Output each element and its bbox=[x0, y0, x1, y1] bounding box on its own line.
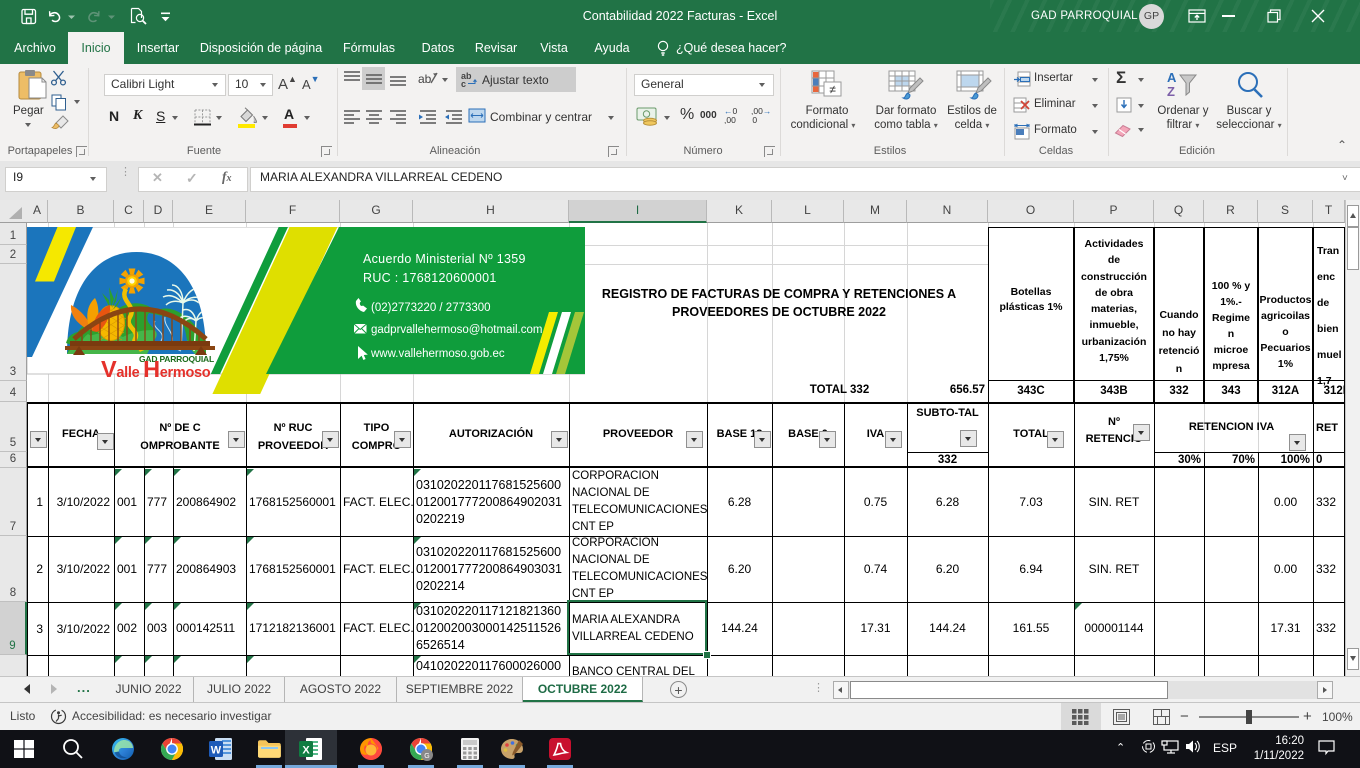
svg-text:X: X bbox=[302, 745, 310, 757]
svg-text:www.vallehermoso.gob.ec: www.vallehermoso.gob.ec bbox=[370, 348, 505, 360]
svg-text:c: c bbox=[461, 79, 466, 88]
svg-text:(02)2773220 / 2773300: (02)2773220 / 2773300 bbox=[371, 302, 491, 314]
svg-text:A: A bbox=[1167, 70, 1177, 85]
svg-text:G: G bbox=[424, 753, 429, 760]
svg-text:Acuerdo Ministerial Nº 1359: Acuerdo Ministerial Nº 1359 bbox=[363, 252, 526, 266]
svg-text:ab: ab bbox=[418, 72, 432, 86]
svg-text:≠: ≠ bbox=[829, 83, 836, 97]
svg-text:gadprvallehermoso@hotmail.com: gadprvallehermoso@hotmail.com bbox=[371, 324, 542, 336]
svg-text:Z: Z bbox=[1167, 84, 1175, 99]
svg-text:W: W bbox=[211, 745, 222, 757]
svg-text:RUC : 1768120600001: RUC : 1768120600001 bbox=[363, 271, 497, 285]
